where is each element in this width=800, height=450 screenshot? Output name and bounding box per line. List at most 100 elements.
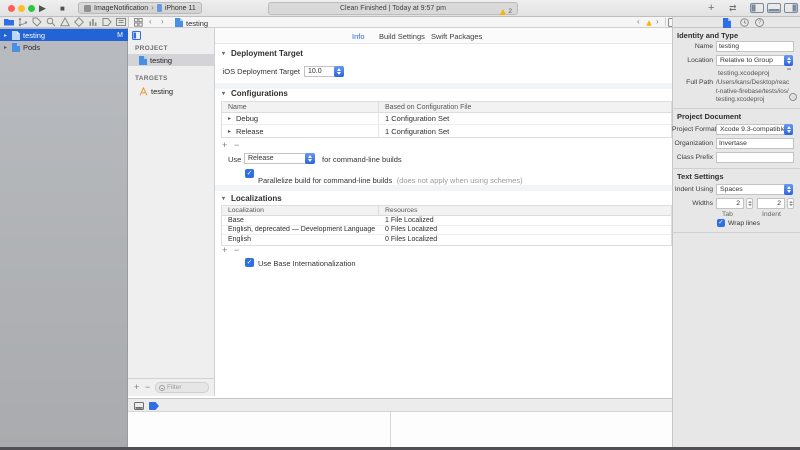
project-format-select[interactable]: Xcode 9.3-compatible [716, 124, 793, 135]
project-editor-sidebar: PROJECT testing TARGETS testing [128, 28, 215, 396]
ios-deployment-target-label: iOS Deployment Target [215, 67, 300, 76]
scheme-selector[interactable]: ImageNotification › iPhone 11 [78, 2, 202, 14]
add-localization-button[interactable]: + [222, 245, 227, 255]
localizations-section-header[interactable]: ▾ Localizations [222, 194, 282, 203]
indent-using-select[interactable]: Spaces [716, 184, 793, 195]
table-row[interactable]: Base 1 File Localized [222, 216, 671, 226]
parallelize-checkbox[interactable]: ✓ [245, 169, 254, 178]
indent-width-stepper[interactable]: 2 [757, 198, 794, 209]
stepper-arrows-icon [787, 198, 794, 209]
name-field[interactable]: testing [716, 41, 794, 52]
targets-section-header: TARGETS [135, 75, 168, 82]
close-window-button[interactable] [8, 5, 15, 12]
related-items-icon[interactable] [134, 18, 143, 27]
table-row[interactable]: English 0 Files Localized [222, 235, 671, 245]
console-view [391, 412, 672, 447]
dropdown-arrows-icon [784, 184, 793, 195]
toggle-debug-area-button[interactable] [767, 3, 781, 13]
pods-project-icon [12, 43, 20, 52]
location-select[interactable]: Relative to Group [716, 55, 793, 66]
divider [672, 232, 800, 233]
source-control-status-badge: M [117, 32, 123, 39]
project-navigator-tab[interactable] [4, 17, 14, 27]
table-row[interactable]: English, deprecated — Development Langua… [222, 226, 671, 236]
run-button[interactable]: ▶ [39, 3, 46, 14]
organization-label: Organization [672, 140, 713, 147]
library-button[interactable]: + [708, 2, 714, 14]
add-target-button[interactable]: + [134, 382, 139, 392]
test-navigator-tab[interactable] [74, 17, 84, 27]
remove-configuration-button[interactable]: − [234, 140, 239, 150]
configurations-table: Name Based on Configuration File ▸Debug … [221, 101, 672, 138]
jump-bar-file[interactable]: testing [186, 19, 208, 28]
use-base-internationalization-label: Use Base Internationalization [258, 259, 356, 268]
project-section-header: PROJECT [135, 45, 168, 52]
tab-swift-packages[interactable]: Swift Packages [431, 32, 482, 41]
debug-layout-toggle-icon[interactable] [134, 402, 144, 410]
next-issue-button[interactable]: › [656, 17, 659, 27]
remove-target-button[interactable]: − [145, 382, 150, 392]
deployment-target-section-header[interactable]: ▾ Deployment Target [222, 49, 303, 58]
issue-navigator-tab[interactable] [60, 17, 70, 27]
source-control-navigator-tab[interactable] [18, 17, 28, 27]
disclosure-icon[interactable]: ▸ [228, 115, 233, 122]
file-inspector-tab[interactable] [723, 18, 731, 28]
toggle-projects-list-icon[interactable] [132, 31, 141, 40]
use-base-internationalization-checkbox[interactable]: ✓ [245, 258, 254, 267]
add-configuration-button[interactable]: + [222, 140, 227, 150]
debug-navigator-tab[interactable] [88, 17, 98, 27]
indent-using-label: Indent Using [672, 186, 713, 193]
quick-help-inspector-tab[interactable]: ? [755, 18, 764, 27]
project-item-testing[interactable]: testing [128, 54, 215, 66]
code-review-button[interactable]: ⇄ [729, 3, 737, 14]
table-row[interactable]: ▸Release 1 Configuration Set [222, 125, 671, 137]
divider [672, 108, 800, 109]
symbol-navigator-tab[interactable] [32, 17, 42, 27]
toggle-inspector-button[interactable] [784, 3, 798, 13]
scheme-name: ImageNotification [94, 5, 148, 12]
minimize-window-button[interactable] [18, 5, 25, 12]
breakpoints-toggle-icon[interactable] [149, 402, 159, 410]
iphone-icon [157, 4, 162, 12]
ios-deployment-target-select[interactable]: 10.0 [304, 66, 344, 77]
project-file-name: testing.xcodeproj [718, 70, 769, 77]
table-row[interactable]: ▸Debug 1 Configuration Set [222, 113, 671, 125]
wrap-lines-checkbox[interactable]: ✓ [717, 219, 725, 227]
target-item-testing[interactable]: testing [128, 85, 215, 97]
class-prefix-field[interactable] [716, 152, 794, 163]
toggle-navigator-button[interactable] [750, 3, 764, 13]
open-in-finder-icon[interactable]: → [789, 93, 797, 101]
toolbar: ▶ ■ ImageNotification › iPhone 11 Clean … [0, 0, 800, 17]
find-navigator-tab[interactable] [46, 17, 56, 27]
disclosure-icon[interactable]: ▸ [228, 128, 233, 135]
configurations-section-header[interactable]: ▾ Configurations [222, 89, 288, 98]
full-path-label: Full Path [672, 79, 713, 86]
history-inspector-tab[interactable] [740, 18, 749, 27]
command-line-config-select[interactable]: Release [244, 153, 315, 164]
tab-width-stepper[interactable]: 2 [716, 198, 753, 209]
tab-build-settings[interactable]: Build Settings [379, 32, 425, 41]
issue-warning-icon[interactable] [646, 20, 651, 25]
app-target-icon [139, 87, 148, 96]
full-path-value: /Users/kans/Desktop/react-native-firebas… [716, 79, 790, 105]
status-text: Clean Finished | Today at 9:57 pm [340, 5, 446, 12]
disclosure-icon[interactable]: ▸ [4, 44, 9, 51]
forward-button[interactable]: › [161, 17, 164, 27]
report-navigator-tab[interactable] [116, 17, 126, 27]
project-file-icon [175, 18, 183, 27]
navigator-row-testing[interactable]: ▸ testing M [0, 29, 128, 41]
back-button[interactable]: ‹ [149, 17, 152, 27]
disclosure-icon[interactable]: ▸ [4, 32, 9, 39]
zoom-window-button[interactable] [28, 5, 35, 12]
wrap-lines-label: Wrap lines [728, 220, 760, 227]
breakpoint-navigator-tab[interactable] [102, 17, 112, 27]
stop-button[interactable]: ■ [60, 4, 65, 13]
navigator-row-pods[interactable]: ▸ Pods [0, 41, 128, 53]
tab-info[interactable]: Info [352, 32, 365, 41]
filter-field[interactable]: Filter [155, 382, 209, 393]
indent-sublabel: Indent [762, 211, 781, 218]
previous-issue-button[interactable]: ‹ [637, 17, 640, 27]
organization-field[interactable]: Invertase [716, 138, 794, 149]
variables-view [128, 412, 390, 447]
remove-localization-button[interactable]: − [234, 245, 239, 255]
